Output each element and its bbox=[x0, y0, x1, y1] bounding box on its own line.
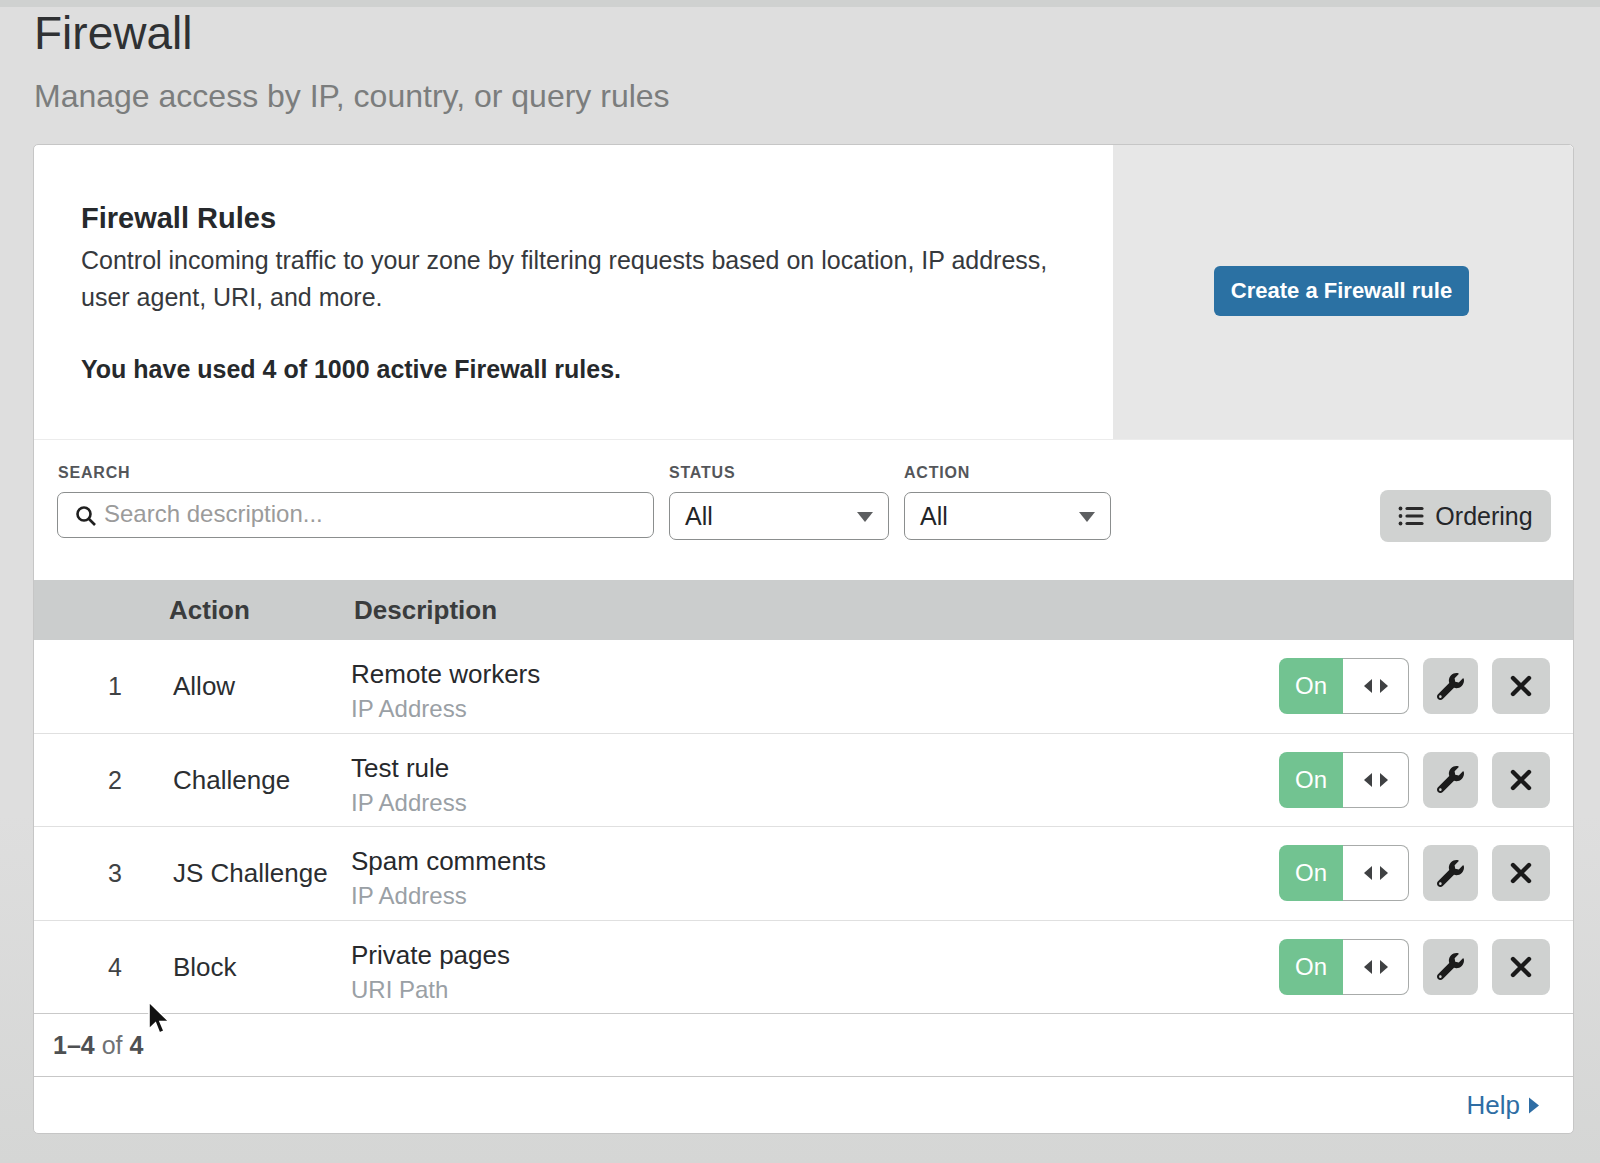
rule-description: Remote workers bbox=[351, 659, 540, 689]
action-select[interactable]: All bbox=[904, 492, 1111, 540]
search-label: SEARCH bbox=[58, 464, 130, 482]
x-icon bbox=[1510, 675, 1532, 697]
rule-priority: 4 bbox=[95, 952, 135, 981]
column-header-action: Action bbox=[169, 580, 250, 640]
delete-rule-button[interactable] bbox=[1492, 752, 1550, 808]
rule-action: Allow bbox=[173, 671, 235, 702]
rule-priority: 2 bbox=[95, 765, 135, 794]
rule-description: Test rule bbox=[351, 753, 467, 783]
toggle-on-label[interactable]: On bbox=[1279, 752, 1343, 808]
action-label: ACTION bbox=[904, 464, 970, 482]
table-header: Action Description bbox=[34, 580, 1573, 640]
column-header-description: Description bbox=[354, 580, 497, 640]
toggle-arrows-icon bbox=[1363, 772, 1389, 788]
chevron-down-icon bbox=[857, 512, 873, 522]
rule-match-type: IP Address bbox=[351, 695, 540, 723]
page-subtitle: Manage access by IP, country, or query r… bbox=[34, 78, 670, 115]
rule-action: Block bbox=[173, 951, 237, 982]
help-arrow-icon bbox=[1529, 1097, 1539, 1113]
table-row: 1 Allow Remote workers IP Address On bbox=[34, 640, 1573, 734]
toggle-handle[interactable] bbox=[1343, 658, 1409, 714]
toggle-arrows-icon bbox=[1363, 865, 1389, 881]
card-intro-section: Create a Firewall rule Firewall Rules Co… bbox=[34, 145, 1573, 440]
rule-match-type: IP Address bbox=[351, 882, 546, 910]
rule-description-cell: Private pages URI Path bbox=[351, 940, 510, 1004]
search-icon bbox=[74, 504, 98, 528]
rule-enabled-toggle[interactable]: On bbox=[1279, 845, 1409, 901]
rule-match-type: IP Address bbox=[351, 789, 467, 817]
table-row: 2 Challenge Test rule IP Address On bbox=[34, 734, 1573, 828]
wrench-icon bbox=[1437, 766, 1464, 793]
delete-rule-button[interactable] bbox=[1492, 845, 1550, 901]
card-intro-side-panel: Create a Firewall rule bbox=[1113, 145, 1573, 439]
rule-description: Spam comments bbox=[351, 846, 546, 876]
ordering-button-label: Ordering bbox=[1435, 502, 1532, 531]
edit-rule-button[interactable] bbox=[1423, 845, 1478, 901]
status-select-value: All bbox=[685, 502, 713, 531]
table-row: 4 Block Private pages URI Path On bbox=[34, 921, 1573, 1015]
page-top-edge bbox=[0, 0, 1600, 7]
firewall-rules-card: Create a Firewall rule Firewall Rules Co… bbox=[33, 144, 1574, 1134]
pagination-bar: 1–4 of 4 bbox=[34, 1014, 1573, 1077]
help-link-label: Help bbox=[1467, 1090, 1520, 1121]
toggle-handle[interactable] bbox=[1343, 939, 1409, 995]
rule-priority: 1 bbox=[95, 672, 135, 701]
rule-enabled-toggle[interactable]: On bbox=[1279, 658, 1409, 714]
toggle-arrows-icon bbox=[1363, 959, 1389, 975]
edit-rule-button[interactable] bbox=[1423, 658, 1478, 714]
card-heading: Firewall Rules bbox=[81, 202, 276, 235]
wrench-icon bbox=[1437, 673, 1464, 700]
rules-list: 1 Allow Remote workers IP Address On bbox=[34, 640, 1573, 1014]
card-description: Control incoming traffic to your zone by… bbox=[81, 242, 1076, 316]
status-label: STATUS bbox=[669, 464, 735, 482]
wrench-icon bbox=[1437, 860, 1464, 887]
search-box bbox=[57, 492, 654, 538]
rule-description-cell: Spam comments IP Address bbox=[351, 846, 546, 910]
search-input[interactable] bbox=[104, 494, 644, 534]
rules-usage-text: You have used 4 of 1000 active Firewall … bbox=[81, 355, 621, 384]
filter-bar: SEARCH STATUS ACTION All All bbox=[34, 440, 1573, 580]
ordering-list-icon bbox=[1398, 505, 1424, 527]
table-row: 3 JS Challenge Spam comments IP Address … bbox=[34, 827, 1573, 921]
rule-description-cell: Test rule IP Address bbox=[351, 753, 467, 817]
ordering-button[interactable]: Ordering bbox=[1380, 490, 1551, 542]
pagination-separator: of bbox=[95, 1031, 130, 1059]
delete-rule-button[interactable] bbox=[1492, 939, 1550, 995]
toggle-handle[interactable] bbox=[1343, 752, 1409, 808]
pagination-text: 1–4 of 4 bbox=[53, 1014, 143, 1077]
toggle-on-label[interactable]: On bbox=[1279, 845, 1343, 901]
card-footer: Help bbox=[34, 1077, 1573, 1133]
rule-match-type: URI Path bbox=[351, 976, 510, 1004]
create-firewall-rule-button[interactable]: Create a Firewall rule bbox=[1214, 266, 1469, 316]
status-select[interactable]: All bbox=[669, 492, 889, 540]
rule-action: JS Challenge bbox=[173, 858, 328, 889]
delete-rule-button[interactable] bbox=[1492, 658, 1550, 714]
x-icon bbox=[1510, 769, 1532, 791]
x-icon bbox=[1510, 862, 1532, 884]
chevron-down-icon bbox=[1079, 512, 1095, 522]
help-link[interactable]: Help bbox=[1467, 1090, 1539, 1121]
action-select-value: All bbox=[920, 502, 948, 531]
rule-enabled-toggle[interactable]: On bbox=[1279, 752, 1409, 808]
toggle-arrows-icon bbox=[1363, 678, 1389, 694]
toggle-handle[interactable] bbox=[1343, 845, 1409, 901]
pagination-range: 1–4 bbox=[53, 1031, 95, 1059]
mouse-cursor bbox=[147, 1001, 173, 1037]
rule-action: Challenge bbox=[173, 764, 290, 795]
rule-priority: 3 bbox=[95, 859, 135, 888]
page-title: Firewall bbox=[34, 6, 192, 60]
rule-enabled-toggle[interactable]: On bbox=[1279, 939, 1409, 995]
wrench-icon bbox=[1437, 953, 1464, 980]
edit-rule-button[interactable] bbox=[1423, 939, 1478, 995]
edit-rule-button[interactable] bbox=[1423, 752, 1478, 808]
rule-description: Private pages bbox=[351, 940, 510, 970]
pagination-total: 4 bbox=[129, 1031, 143, 1059]
toggle-on-label[interactable]: On bbox=[1279, 939, 1343, 995]
toggle-on-label[interactable]: On bbox=[1279, 658, 1343, 714]
x-icon bbox=[1510, 956, 1532, 978]
rule-description-cell: Remote workers IP Address bbox=[351, 659, 540, 723]
